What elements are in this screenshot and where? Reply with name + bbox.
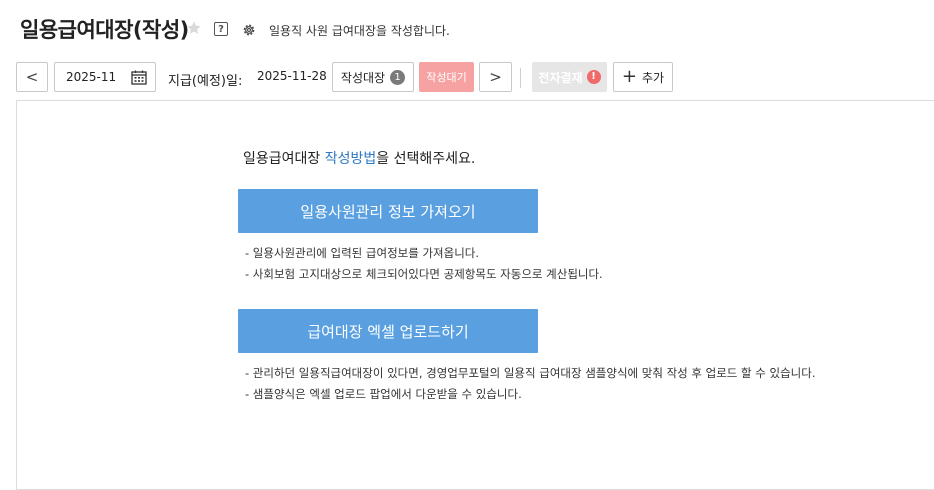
draft-ledger-button[interactable]: 작성대장 1 bbox=[332, 62, 414, 92]
toolbar: < 2025-11 지급(예정)일: 2025-11-28 작성대장 1 작성대… bbox=[0, 62, 934, 94]
month-value: 2025-11 bbox=[66, 70, 117, 84]
add-button[interactable]: + 추가 bbox=[613, 62, 673, 92]
upload-note: - 샘플양식은 엑셀 업로드 팝업에서 다운받을 수 있습니다. bbox=[245, 387, 522, 401]
toolbar-divider bbox=[520, 68, 521, 88]
page-header: 일용급여대장(작성) ? 일용직 사원 급여대장을 작성합니다. bbox=[0, 0, 934, 60]
upload-note: - 관리하던 일용직급여대장이 있다면, 경영업무포털의 일용직 급여대장 샘플… bbox=[245, 366, 816, 380]
method-prompt: 일용급여대장 작성방법을 선택해주세요. bbox=[243, 148, 475, 168]
plus-icon: + bbox=[621, 66, 637, 87]
warning-icon: ! bbox=[586, 70, 601, 84]
help-icon[interactable]: ? bbox=[214, 22, 228, 36]
star-icon[interactable] bbox=[186, 20, 202, 36]
chevron-right-icon: > bbox=[489, 68, 502, 86]
calendar-icon[interactable] bbox=[131, 70, 147, 85]
e-approval-label: 전자결재 bbox=[538, 70, 583, 85]
gear-icon[interactable] bbox=[241, 22, 257, 38]
e-approval-button[interactable]: 전자결재 ! bbox=[532, 62, 607, 92]
draft-count-badge: 1 bbox=[390, 69, 406, 85]
next-month-button[interactable]: > bbox=[479, 62, 512, 92]
prompt-accent-text: 작성방법 bbox=[324, 151, 377, 167]
add-label: 추가 bbox=[642, 70, 665, 85]
import-note: - 사회보험 고지대상으로 체크되어있다면 공제항목도 자동으로 계산됩니다. bbox=[245, 267, 603, 281]
import-note: - 일용사원관리에 입력된 급여정보를 가져옵니다. bbox=[245, 246, 480, 260]
prev-month-button[interactable]: < bbox=[16, 62, 48, 92]
pay-date-label: 지급(예정)일: bbox=[168, 74, 243, 89]
pending-draft-button[interactable]: 작성대기 bbox=[419, 62, 474, 92]
page-title: 일용급여대장(작성) bbox=[20, 18, 189, 42]
page-description: 일용직 사원 급여대장을 작성합니다. bbox=[269, 24, 450, 38]
excel-upload-button[interactable]: 급여대장 엑셀 업로드하기 bbox=[238, 309, 538, 353]
month-picker[interactable]: 2025-11 bbox=[54, 62, 156, 92]
import-daily-staff-button[interactable]: 일용사원관리 정보 가져오기 bbox=[238, 189, 538, 233]
prompt-text-after: 을 선택해주세요. bbox=[376, 151, 476, 167]
prompt-text-before: 일용급여대장 bbox=[243, 151, 325, 167]
draft-ledger-label: 작성대장 bbox=[340, 70, 386, 85]
pay-date-value: 2025-11-28 bbox=[257, 69, 327, 83]
chevron-left-icon: < bbox=[25, 68, 39, 86]
